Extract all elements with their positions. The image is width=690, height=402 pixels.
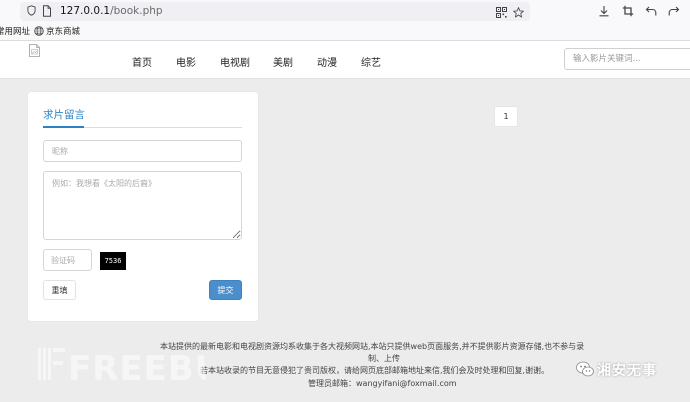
- reset-button[interactable]: 重填: [43, 280, 76, 300]
- page-icon[interactable]: [42, 5, 52, 17]
- freebuf-watermark-text: FREEBUF: [68, 349, 206, 384]
- qr-code-icon[interactable]: [496, 7, 507, 18]
- footer-disclaimer-line2: 制、上传: [368, 354, 400, 363]
- nav-home[interactable]: 首页: [132, 54, 152, 69]
- form-title: 求片留言: [43, 109, 85, 121]
- nav-tv-series[interactable]: 电视剧: [220, 54, 250, 69]
- url-path: /book.php: [110, 5, 163, 17]
- nickname-input[interactable]: [43, 140, 242, 162]
- message-textarea[interactable]: [43, 171, 242, 240]
- url-host: 127.0.0.1: [60, 5, 111, 17]
- bookmark-star-icon[interactable]: [513, 7, 524, 18]
- movie-search-input[interactable]: [564, 48, 690, 70]
- redo-icon[interactable]: [668, 5, 680, 17]
- address-bar[interactable]: 127.0.0.1/book.php: [20, 2, 530, 21]
- crop-icon[interactable]: [622, 5, 634, 17]
- undo-icon[interactable]: [645, 5, 657, 17]
- nav-variety[interactable]: 综艺: [361, 54, 381, 69]
- submit-button[interactable]: 提交: [209, 280, 242, 300]
- bookmark-jd-mall[interactable]: 京东商城: [46, 25, 80, 37]
- account-watermark-text: 湘安无事: [597, 363, 657, 379]
- footer-disclaimer-line1: 本站提供的最新电影和电视剧资源均系收集于各大视频网站,本站只提供web页面服务,…: [160, 342, 585, 351]
- nav-movies[interactable]: 电影: [176, 54, 196, 69]
- nav-us-drama[interactable]: 美剧: [273, 54, 293, 69]
- bookmark-common-sites[interactable]: 常用网址: [0, 25, 30, 37]
- title-divider: [84, 127, 242, 128]
- footer-copyright-notice: 若本站收录的节目无意侵犯了贵司版权，请给网页底部邮箱地址来信,我们会及时处理和回…: [200, 366, 550, 375]
- site-header: 首页 电影 电视剧 美剧 动漫 综艺: [0, 41, 690, 79]
- account-watermark: 湘安无事: [575, 357, 685, 383]
- download-icon[interactable]: [598, 5, 610, 17]
- shield-icon[interactable]: [27, 5, 36, 16]
- url-text[interactable]: 127.0.0.1/book.php: [60, 5, 163, 17]
- nav-anime[interactable]: 动漫: [317, 54, 337, 69]
- globe-icon: [34, 26, 44, 36]
- freebuf-watermark-logo: FREEBUF: [38, 348, 206, 384]
- pagination-page-1[interactable]: 1: [494, 106, 518, 127]
- browser-toolbar: 127.0.0.1/book.php: [0, 0, 690, 22]
- broken-logo-icon[interactable]: [29, 44, 40, 57]
- footer-admin-email: 管理员邮箱：wangyifani@foxmail.com: [308, 379, 457, 388]
- captcha-input[interactable]: [43, 249, 92, 271]
- bookmarks-bar: 常用网址 京东商城: [0, 22, 690, 41]
- title-underline: [43, 126, 84, 128]
- captcha-image[interactable]: 7536: [100, 252, 126, 270]
- wechat-icon: [576, 361, 594, 377]
- request-form-card: 求片留言 7536 重填 提交: [28, 92, 258, 321]
